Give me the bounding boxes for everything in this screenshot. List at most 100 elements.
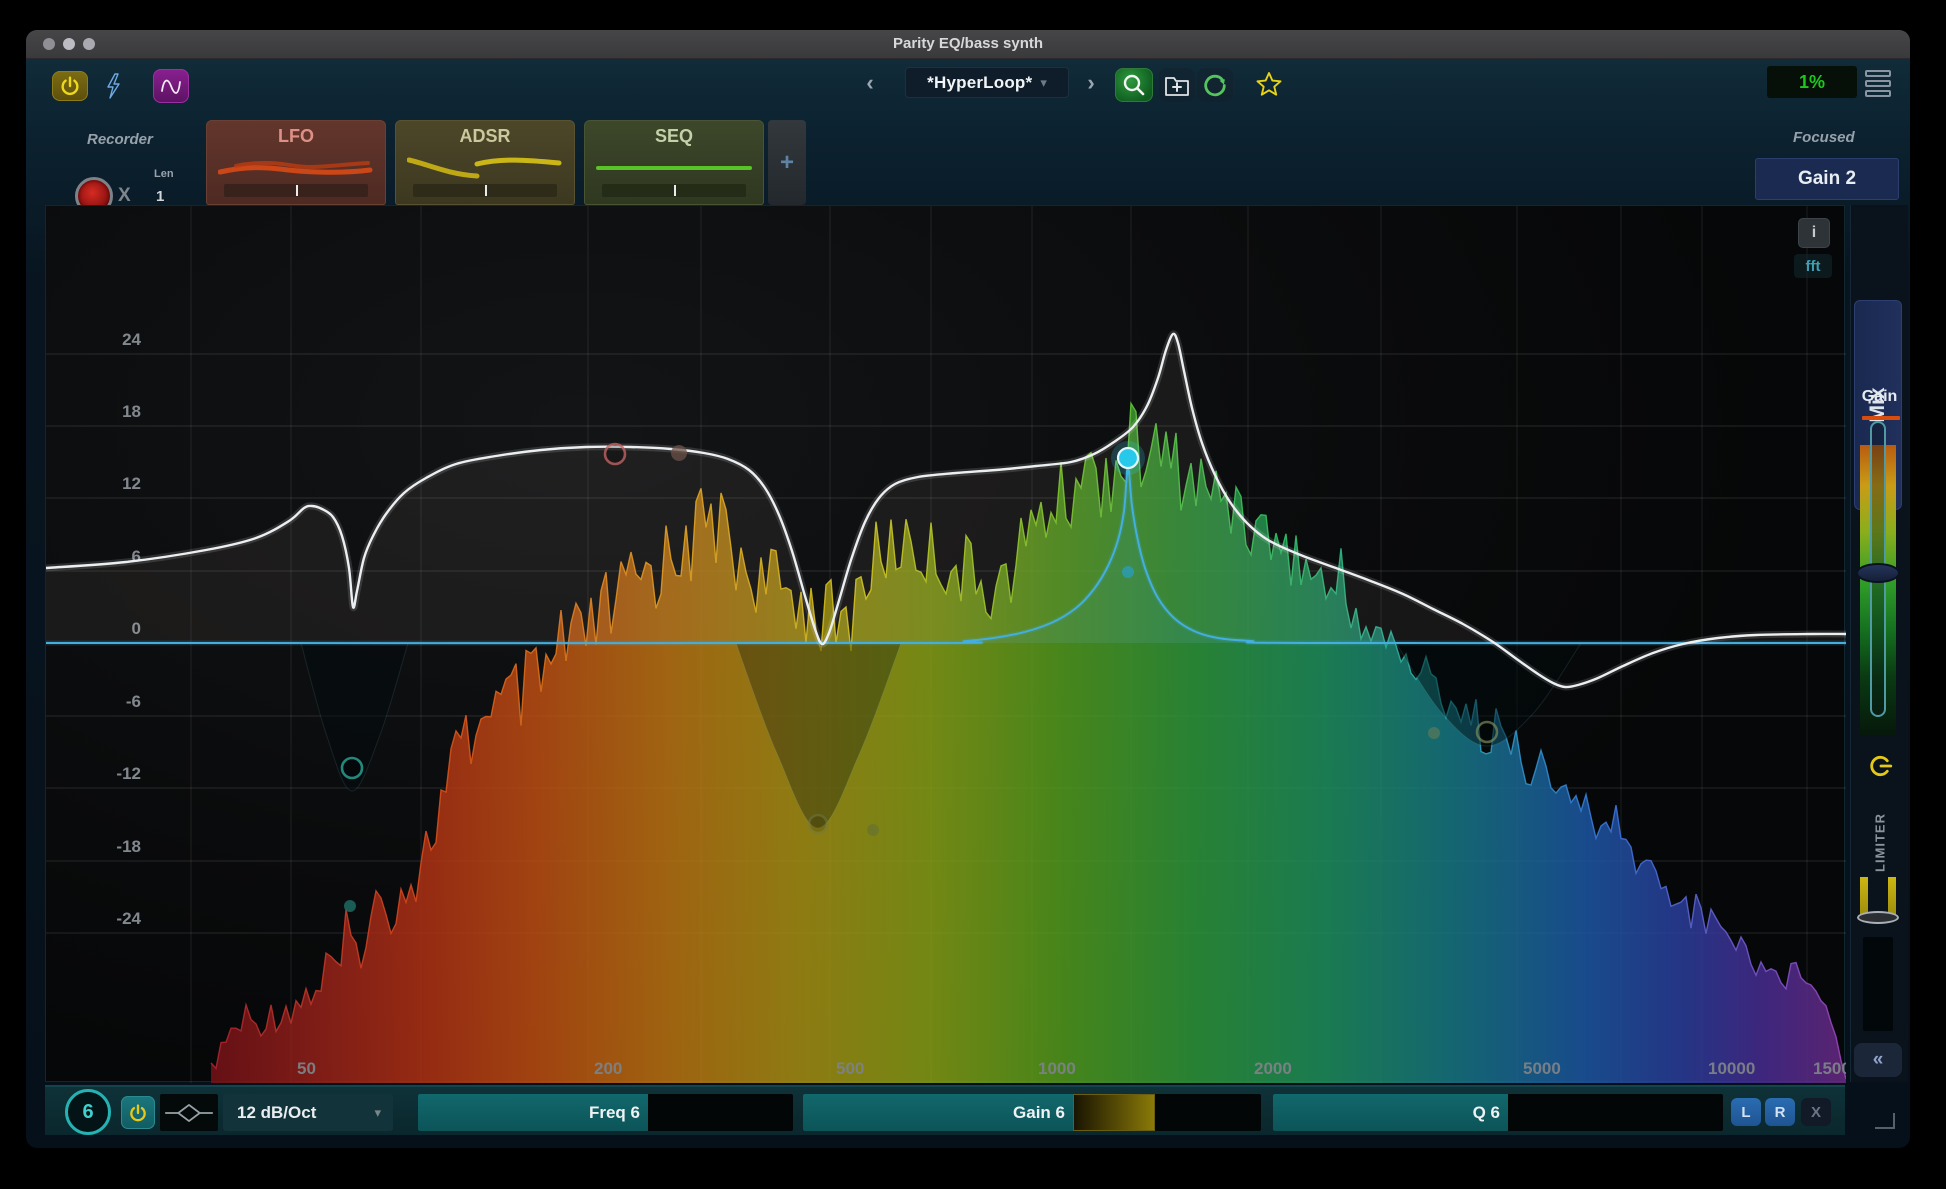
fft-toggle-button[interactable]: fft	[1794, 254, 1832, 278]
performance-button[interactable]	[100, 70, 126, 102]
preset-caret-icon: ▾	[1040, 75, 1047, 91]
gain-max-tick	[1862, 416, 1900, 420]
band-pass-shape-icon	[164, 1100, 214, 1126]
svg-text:2000: 2000	[1254, 1059, 1292, 1078]
add-modulator-button[interactable]: +	[768, 120, 806, 205]
eq-graph[interactable]: 24181260-6-12-18-24502005001000200050001…	[45, 205, 1845, 1082]
adsr-envelope-icon	[407, 154, 563, 180]
menu-button[interactable]	[1865, 70, 1893, 104]
sine-wave-icon	[159, 74, 183, 98]
reload-preset-button[interactable]	[1197, 68, 1233, 102]
limiter-label: LIMITER	[1872, 813, 1887, 872]
tab-adsr[interactable]: ADSR	[395, 120, 575, 205]
band-control-bar: 6 12 dB/Oct ▾ Freq 6 Gain 6	[45, 1085, 1845, 1135]
cpu-meter: 1%	[1767, 66, 1857, 98]
tab-seq-label: SEQ	[584, 126, 764, 147]
power-icon	[1868, 753, 1894, 779]
refresh-icon	[1201, 71, 1229, 99]
seq-playhead	[674, 185, 676, 196]
svg-text:200: 200	[594, 1059, 622, 1078]
seq-pattern-icon	[596, 154, 752, 180]
collapse-sidebar-button[interactable]: «	[1854, 1043, 1902, 1077]
channel-left-button[interactable]: L	[1731, 1098, 1761, 1126]
save-preset-button[interactable]	[1159, 68, 1195, 102]
tab-lfo[interactable]: LFO	[206, 120, 386, 205]
cpu-value: 1%	[1799, 72, 1825, 93]
oscillator-button[interactable]	[153, 69, 189, 103]
svg-text:50: 50	[297, 1059, 316, 1078]
recorder-clear-button[interactable]: X	[118, 185, 131, 207]
slope-caret-icon: ▾	[374, 1105, 381, 1121]
window-title: Parity EQ/bass synth	[26, 35, 1910, 52]
favorite-button[interactable]	[1250, 68, 1288, 102]
svg-text:500: 500	[836, 1059, 864, 1078]
preset-prev-button[interactable]: ‹	[860, 70, 880, 96]
freq-slider[interactable]: Freq 6	[418, 1094, 793, 1131]
resize-handle[interactable]	[1875, 1113, 1895, 1129]
recorder-length-label: Len	[154, 168, 174, 180]
svg-text:-12: -12	[116, 764, 141, 783]
lightning-icon	[103, 72, 123, 100]
freq-slider-label: Freq 6	[589, 1094, 640, 1131]
limiter-power-button[interactable]	[1866, 753, 1894, 781]
preset-name: *HyperLoop*	[927, 73, 1032, 93]
limiter-threshold-slider[interactable]	[1860, 877, 1896, 923]
slope-dropdown[interactable]: 12 dB/Oct ▾	[223, 1094, 393, 1131]
svg-text:-18: -18	[116, 837, 141, 856]
svg-text:-6: -6	[126, 692, 141, 711]
channel-right-button[interactable]: R	[1765, 1098, 1795, 1126]
preset-next-button[interactable]: ›	[1081, 70, 1101, 96]
focused-label: Focused	[1793, 129, 1855, 146]
gain-slider-fill: Gain 6	[803, 1094, 1073, 1131]
star-icon	[1254, 70, 1284, 100]
svg-text:15000: 15000	[1813, 1059, 1846, 1078]
menu-icon	[1865, 70, 1891, 77]
plugin-window: Parity EQ/bass synth ‹ *HyperLoop* ▾ ›	[26, 30, 1910, 1148]
lfo-progress-slider[interactable]	[224, 184, 368, 197]
svg-text:24: 24	[122, 330, 141, 349]
q-slider-fill: Q 6	[1273, 1094, 1508, 1131]
filter-shape-selector[interactable]	[160, 1094, 218, 1131]
titlebar: Parity EQ/bass synth	[26, 30, 1910, 59]
power-icon	[59, 75, 81, 97]
gain-slider-label: Gain 6	[1013, 1094, 1065, 1131]
band-power-button[interactable]	[121, 1096, 155, 1129]
preset-selector[interactable]: *HyperLoop* ▾	[905, 67, 1069, 98]
search-icon	[1121, 72, 1147, 98]
focused-target-button[interactable]: Gain 2	[1755, 158, 1899, 200]
slope-value: 12 dB/Oct	[237, 1103, 316, 1123]
delete-band-button[interactable]: X	[1801, 1098, 1831, 1126]
power-icon	[128, 1103, 148, 1123]
adsr-progress-slider[interactable]	[413, 184, 557, 197]
info-button[interactable]: i	[1798, 218, 1830, 248]
gain-modulation-range	[1073, 1094, 1155, 1131]
seq-progress-slider[interactable]	[602, 184, 746, 197]
tab-lfo-label: LFO	[206, 126, 386, 147]
tab-adsr-label: ADSR	[395, 126, 575, 147]
tab-seq[interactable]: SEQ	[584, 120, 764, 205]
svg-text:-24: -24	[116, 909, 141, 928]
svg-text:18: 18	[122, 402, 141, 421]
adsr-playhead	[485, 185, 487, 196]
svg-text:12: 12	[122, 474, 141, 493]
gain-fader-handle[interactable]	[1856, 563, 1900, 583]
svg-text:10000: 10000	[1708, 1059, 1755, 1078]
recorder-label: Recorder	[87, 131, 153, 148]
svg-text:1000: 1000	[1038, 1059, 1076, 1078]
gain-slider[interactable]: Gain 6	[803, 1094, 1261, 1131]
limiter-reduction-meter	[1863, 937, 1893, 1031]
plugin-power-button[interactable]	[52, 71, 88, 101]
lfo-waveform-icon	[218, 154, 374, 180]
lfo-playhead	[296, 185, 298, 196]
output-gain-label: Gain	[1851, 388, 1908, 406]
band-number-badge[interactable]: 6	[65, 1089, 111, 1135]
q-slider-label: Q 6	[1473, 1094, 1500, 1131]
output-sidebar: Mix Gain LIMITER «	[1850, 205, 1908, 1082]
preset-search-button[interactable]	[1115, 68, 1153, 102]
q-slider[interactable]: Q 6	[1273, 1094, 1723, 1131]
limiter-slider-handle[interactable]	[1857, 911, 1899, 924]
eq-graph-canvas: 24181260-6-12-18-24502005001000200050001…	[46, 206, 1846, 1083]
folder-plus-icon	[1163, 72, 1191, 98]
recorder-length-value[interactable]: 1	[156, 188, 164, 205]
freq-slider-fill: Freq 6	[418, 1094, 648, 1131]
